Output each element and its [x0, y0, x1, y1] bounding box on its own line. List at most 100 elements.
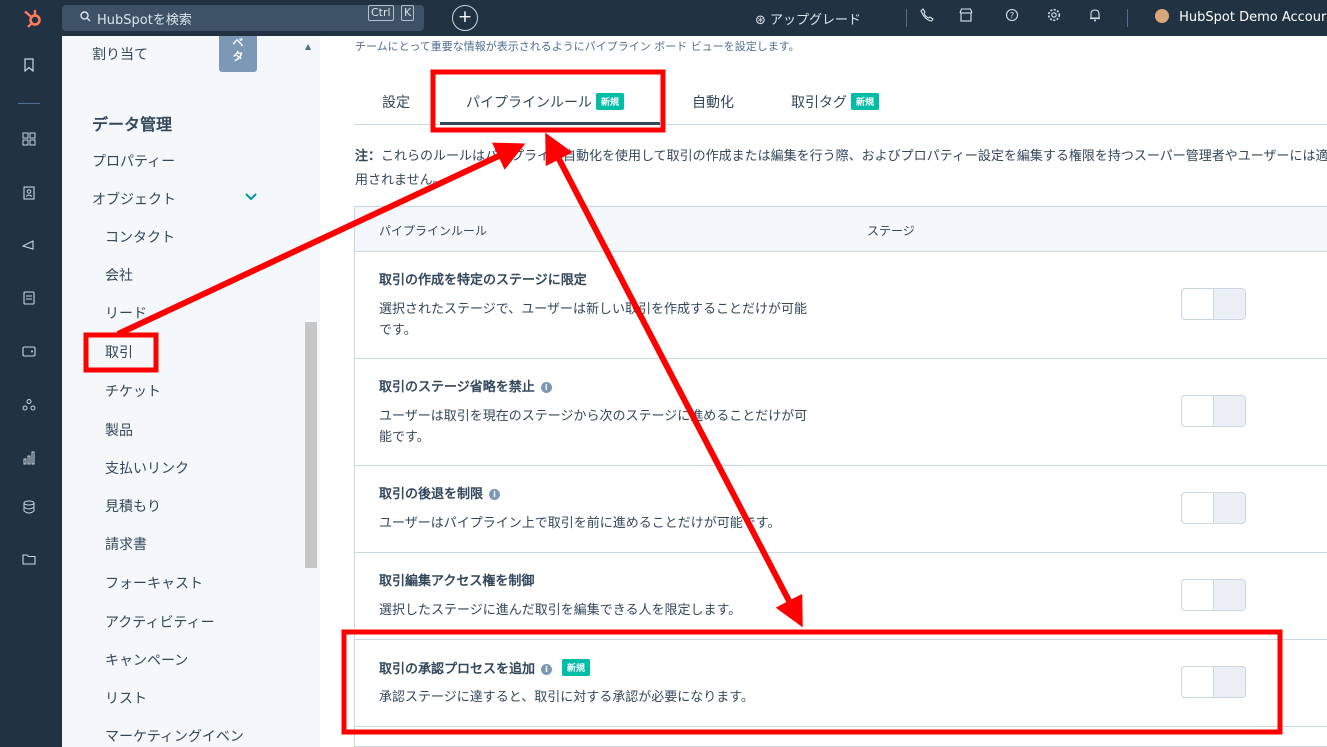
bookmark-icon[interactable]	[19, 58, 39, 78]
create-new-button[interactable]: +	[452, 5, 478, 31]
sidebar-item-contacts[interactable]: コンタクト	[105, 227, 175, 247]
avatar	[1155, 9, 1169, 23]
rule-title-text: 取引の作成を特定のステージに限定	[379, 273, 587, 288]
toggle-knob	[1182, 667, 1214, 697]
service-people-icon[interactable]	[19, 398, 39, 418]
content-document-icon[interactable]	[19, 291, 39, 311]
table-header: パイプラインルール ステージ	[355, 207, 1327, 252]
marketplace-icon[interactable]	[957, 8, 975, 26]
sidebar-item-objects[interactable]: オブジェクト	[92, 189, 176, 209]
sidebar-item-activities[interactable]: アクティビティー	[105, 612, 215, 632]
rules-note: 注：これらのルールはパイプライン自動化を使用して取引の作成または編集を行う際、お…	[355, 145, 1327, 193]
sidebar-item-tickets[interactable]: チケット	[105, 381, 161, 401]
dashboard-grid-icon[interactable]	[19, 132, 39, 152]
upgrade-icon: ⊛	[755, 13, 766, 28]
sidebar-item-leads[interactable]: リード	[105, 303, 147, 323]
table-row: 取引の承認プロセスを追加 i 新規 承認ステージに達すると、取引に対する承認が必要に…	[355, 640, 1327, 727]
beta-badge-line1: ベ	[232, 36, 244, 49]
tab-deal-tags[interactable]: 取引タグ 新規	[791, 92, 880, 112]
kbd-k: K	[401, 5, 415, 21]
folder-icon[interactable]	[19, 552, 39, 572]
rule-title-text: 取引の承認プロセスを追加	[379, 662, 536, 677]
sidebar-item-quotes[interactable]: 見積もり	[105, 496, 161, 516]
notifications-bell-icon[interactable]	[1086, 8, 1104, 26]
new-badge: 新規	[851, 93, 880, 110]
rule-toggle[interactable]	[1181, 492, 1246, 524]
sidebar-item-payment-links[interactable]: 支払いリンク	[105, 458, 189, 478]
tab-label: 取引タグ	[791, 95, 847, 111]
chevron-down-icon[interactable]	[245, 190, 257, 204]
upgrade-label: アップグレード	[770, 13, 862, 28]
rule-toggle[interactable]	[1181, 579, 1246, 611]
sidebar-item-companies[interactable]: 会社	[105, 265, 133, 285]
active-tab-indicator	[440, 122, 660, 125]
search-icon	[80, 11, 91, 25]
toggle-knob	[1182, 580, 1214, 610]
scrollbar-up-arrow-icon[interactable]: ▲	[305, 42, 311, 51]
rule-toggle[interactable]	[1181, 666, 1246, 698]
hubspot-logo-icon[interactable]	[22, 7, 44, 29]
sidebar-item-assign[interactable]: 割り当て	[92, 44, 148, 64]
new-badge: 新規	[562, 659, 591, 676]
info-icon[interactable]: i	[541, 664, 553, 675]
top-navigation-bar: HubSpotを検索 Ctrl K + ⊛ アップグレード ? HubSpot …	[0, 0, 1327, 36]
topbar-divider	[1127, 9, 1128, 27]
svg-text:?: ?	[1010, 11, 1014, 20]
column-header-rule: パイプラインルール	[379, 224, 488, 238]
sidebar-item-lists[interactable]: リスト	[105, 688, 147, 708]
rule-description: ユーザーは取引を現在のステージから次のステージに進めることだけが可能です。	[379, 409, 808, 445]
info-icon[interactable]: i	[489, 489, 501, 500]
rule-description: 選択されたステージで、ユーザーは新しい取引を作成することだけが可能です。	[379, 302, 807, 338]
tab-label: 設定	[382, 95, 410, 111]
reports-chart-icon[interactable]	[19, 451, 39, 471]
settings-gear-icon[interactable]	[1045, 8, 1063, 26]
beta-badge: ベ タ	[219, 36, 257, 72]
phone-icon[interactable]	[918, 8, 936, 26]
sidebar-scrollbar[interactable]	[305, 322, 317, 568]
marketing-megaphone-icon[interactable]	[19, 238, 39, 258]
note-label: 注：	[355, 149, 382, 164]
sidebar-item-deals[interactable]: 取引	[105, 342, 133, 362]
sidebar-item-campaigns[interactable]: キャンペーン	[105, 650, 188, 670]
rule-description: 選択したステージに進んだ取引を編集できる人を限定します。	[379, 603, 742, 618]
tab-pipeline-rules[interactable]: パイプラインルール 新規	[466, 92, 625, 112]
toggle-knob	[1182, 493, 1214, 523]
help-icon[interactable]: ?	[1003, 8, 1021, 26]
sidebar-item-properties[interactable]: プロパティー	[92, 151, 175, 171]
rule-description: ユーザーはパイプライン上で取引を前に進めることだけが可能です。	[379, 516, 781, 531]
rule-title: 取引の後退を制限 i	[379, 483, 501, 502]
pipeline-rules-table: パイプラインルール ステージ 取引の作成を特定のステージに限定 選択されたステー…	[354, 206, 1327, 747]
kbd-ctrl: Ctrl	[368, 5, 394, 21]
account-menu[interactable]: HubSpot Demo Accour	[1155, 9, 1326, 25]
rule-title: 取引編集アクセス権を制御	[379, 570, 534, 589]
note-text: これらのルールはパイプライン自動化を使用して取引の作成または編集を行う際、および…	[355, 149, 1327, 188]
rail-divider	[18, 103, 40, 104]
tab-label: パイプラインルール	[466, 95, 592, 111]
info-icon[interactable]: i	[540, 382, 552, 393]
sidebar-item-forecast[interactable]: フォーキャスト	[105, 573, 203, 593]
rule-toggle[interactable]	[1181, 288, 1246, 320]
contacts-icon[interactable]	[19, 186, 39, 206]
settings-sidebar: 割り当て ベ タ データ管理 プロパティー オブジェクト コンタクト 会社 リー…	[62, 36, 320, 747]
topbar-divider	[906, 9, 907, 27]
rule-title-text: 取引編集アクセス権を制御	[379, 574, 535, 589]
account-name: HubSpot Demo Accour	[1179, 10, 1327, 25]
upgrade-button[interactable]: ⊛ アップグレード	[755, 9, 861, 28]
rule-toggle[interactable]	[1181, 395, 1246, 427]
commerce-wallet-icon[interactable]	[19, 344, 39, 364]
table-row: 取引の作成を特定のステージに限定 選択されたステージで、ユーザーは新しい取引を作…	[355, 252, 1327, 359]
data-database-icon[interactable]	[19, 500, 39, 520]
sidebar-item-marketing-events[interactable]: マーケティングイベン	[105, 726, 244, 746]
toggle-knob	[1182, 396, 1214, 426]
table-row: 取引の後退を制限 i ユーザーはパイプライン上で取引を前に進めることだけが可能です…	[355, 466, 1327, 553]
table-row: 取引編集アクセス権を制御 選択したステージに進んだ取引を編集できる人を限定します…	[355, 553, 1327, 640]
tab-settings[interactable]: 設定	[382, 92, 410, 112]
rule-title: 取引のステージ省略を禁止 i	[379, 376, 552, 395]
left-nav-rail	[0, 36, 62, 747]
tab-label: 自動化	[692, 95, 734, 111]
sidebar-item-products[interactable]: 製品	[105, 420, 133, 440]
table-row: 取引のステージ省略を禁止 i ユーザーは取引を現在のステージから次のステージに進め…	[355, 359, 1327, 466]
new-badge: 新規	[596, 93, 625, 110]
tab-automation[interactable]: 自動化	[692, 92, 734, 112]
sidebar-item-invoices[interactable]: 請求書	[105, 534, 147, 554]
